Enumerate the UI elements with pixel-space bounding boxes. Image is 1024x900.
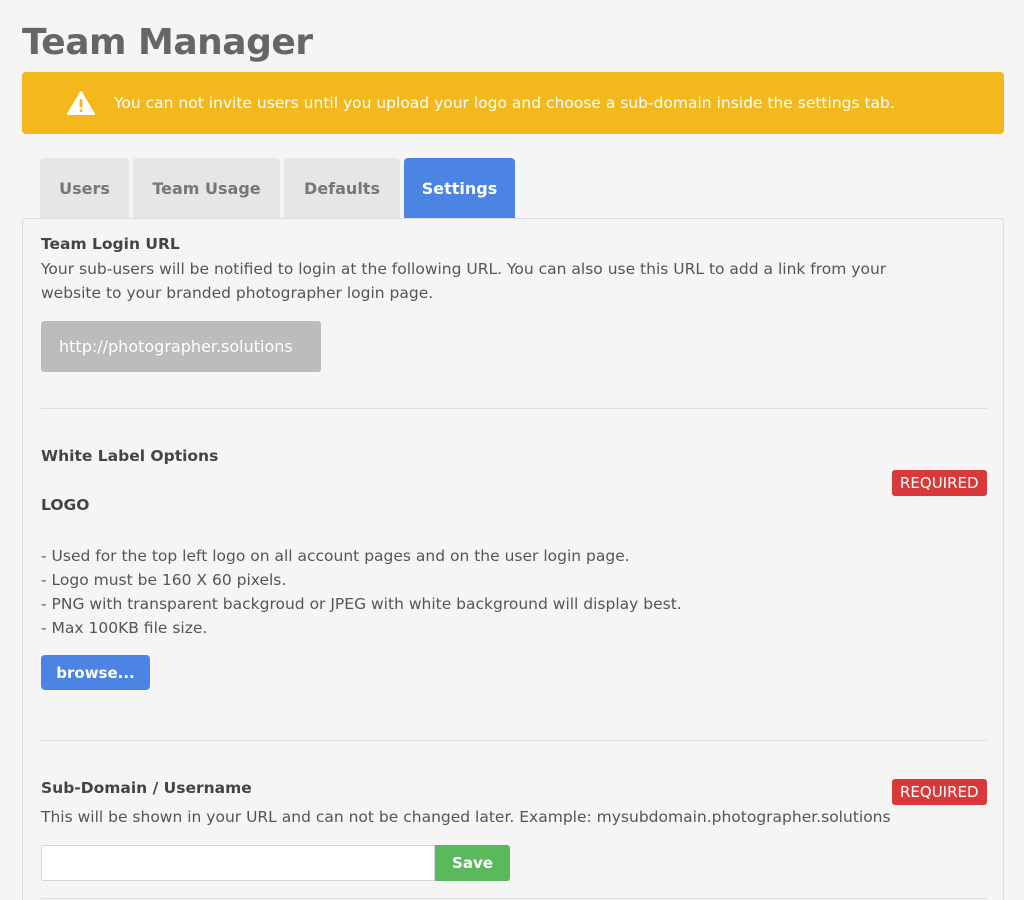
divider	[41, 408, 987, 409]
logo-note: - PNG with transparent backgroud or JPEG…	[41, 595, 682, 613]
subdomain-description: This will be shown in your URL and can n…	[41, 808, 891, 826]
team-login-url-heading: Team Login URL	[41, 235, 180, 253]
subdomain-input[interactable]	[41, 845, 435, 881]
tab-bar: Users Team Usage Defaults Settings	[40, 158, 519, 218]
logo-note: - Logo must be 160 X 60 pixels.	[41, 571, 287, 589]
tab-settings[interactable]: Settings	[404, 158, 515, 218]
tab-defaults[interactable]: Defaults	[284, 158, 400, 218]
logo-required-badge: REQUIRED	[892, 470, 987, 496]
browse-logo-button[interactable]: browse...	[41, 655, 150, 690]
subdomain-heading: Sub-Domain / Username	[41, 779, 252, 797]
divider	[41, 898, 987, 899]
save-button[interactable]: Save	[435, 845, 510, 881]
page-title: Team Manager	[22, 22, 313, 63]
tab-team-usage[interactable]: Team Usage	[133, 158, 280, 218]
tab-users[interactable]: Users	[40, 158, 129, 218]
white-label-heading: White Label Options	[41, 447, 219, 465]
team-login-url-description-line2: website to your branded photographer log…	[41, 284, 434, 302]
logo-label: LOGO	[41, 496, 90, 514]
alert-text: You can not invite users until you uploa…	[114, 94, 895, 112]
subdomain-required-badge: REQUIRED	[892, 779, 987, 805]
team-login-url-description-line1: Your sub-users will be notified to login…	[41, 260, 887, 278]
warning-triangle-icon	[67, 91, 95, 115]
logo-note: - Max 100KB file size.	[41, 619, 208, 637]
settings-warning-alert: You can not invite users until you uploa…	[22, 72, 1004, 134]
logo-note: - Used for the top left logo on all acco…	[41, 547, 630, 565]
team-login-url-button[interactable]: http://photographer.solutions	[41, 321, 321, 372]
settings-panel: Team Login URL Your sub-users will be no…	[22, 218, 1004, 900]
divider	[41, 740, 987, 741]
